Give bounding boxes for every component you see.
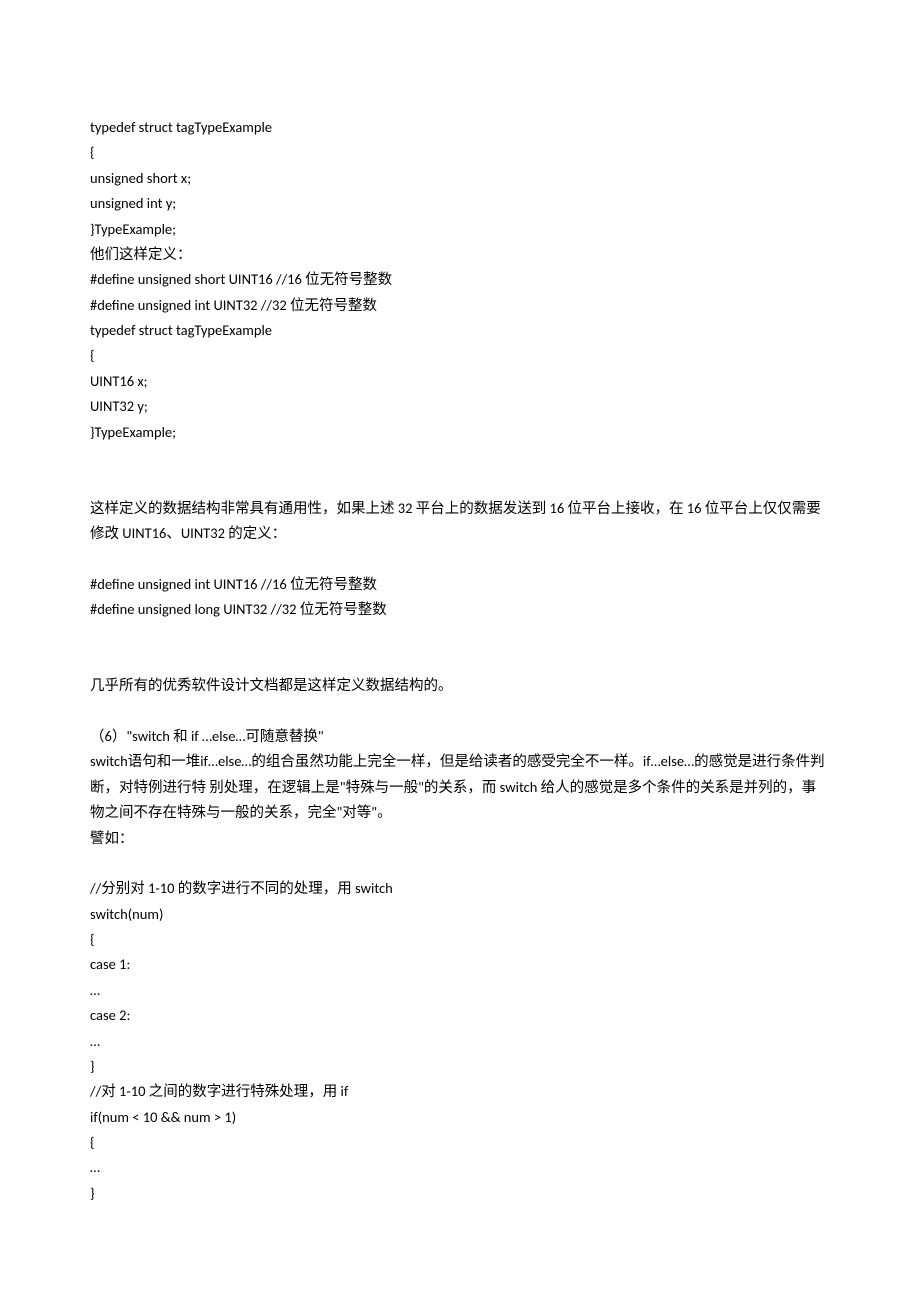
text-line: { (90, 343, 830, 368)
text-line: … (90, 1155, 830, 1180)
blank-line (90, 445, 830, 470)
text-line: if(num < 10 && num > 1) (90, 1105, 830, 1130)
text-line: { (90, 140, 830, 165)
text-line: case 2: (90, 1003, 830, 1028)
text-line: … (90, 978, 830, 1003)
blank-line (90, 470, 830, 495)
text-line: 譬如： (90, 826, 830, 851)
blank-line (90, 623, 830, 648)
blank-line (90, 699, 830, 724)
text-line: { (90, 927, 830, 952)
text-line: } (90, 1181, 830, 1206)
text-line: //对 1-10 之间的数字进行特殊处理，用 if (90, 1079, 830, 1104)
text-line: 这样定义的数据结构非常具有通用性，如果上述 32 平台上的数据发送到 16 位平… (90, 496, 830, 547)
blank-line (90, 851, 830, 876)
text-line: #define unsigned short UINT16 //16 位无符号整… (90, 267, 830, 292)
text-line: … (90, 1029, 830, 1054)
text-line: } (90, 1054, 830, 1079)
document-page: typedef struct tagTypeExample{unsigned s… (0, 0, 920, 1296)
text-line: unsigned int y; (90, 191, 830, 216)
text-line: （6）"switch 和 if …else…可随意替换" (90, 724, 830, 749)
text-line: typedef struct tagTypeExample (90, 115, 830, 140)
text-line: UINT32 y; (90, 394, 830, 419)
text-line: UINT16 x; (90, 369, 830, 394)
text-line: 他们这样定义： (90, 242, 830, 267)
text-line: #define unsigned long UINT32 //32 位无符号整数 (90, 597, 830, 622)
text-line: 几乎所有的优秀软件设计文档都是这样定义数据结构的。 (90, 673, 830, 698)
text-line: switch语句和一堆if…else…的组合虽然功能上完全一样，但是给读者的感受… (90, 749, 830, 825)
text-line: case 1: (90, 952, 830, 977)
text-line: { (90, 1130, 830, 1155)
text-line: //分别对 1-10 的数字进行不同的处理，用 switch (90, 876, 830, 901)
text-line: #define unsigned int UINT16 //16 位无符号整数 (90, 572, 830, 597)
text-line: unsigned short x; (90, 166, 830, 191)
text-line: }TypeExample; (90, 217, 830, 242)
blank-line (90, 546, 830, 571)
text-line: #define unsigned int UINT32 //32 位无符号整数 (90, 293, 830, 318)
blank-line (90, 648, 830, 673)
text-line: switch(num) (90, 902, 830, 927)
text-line: }TypeExample; (90, 420, 830, 445)
text-line: typedef struct tagTypeExample (90, 318, 830, 343)
